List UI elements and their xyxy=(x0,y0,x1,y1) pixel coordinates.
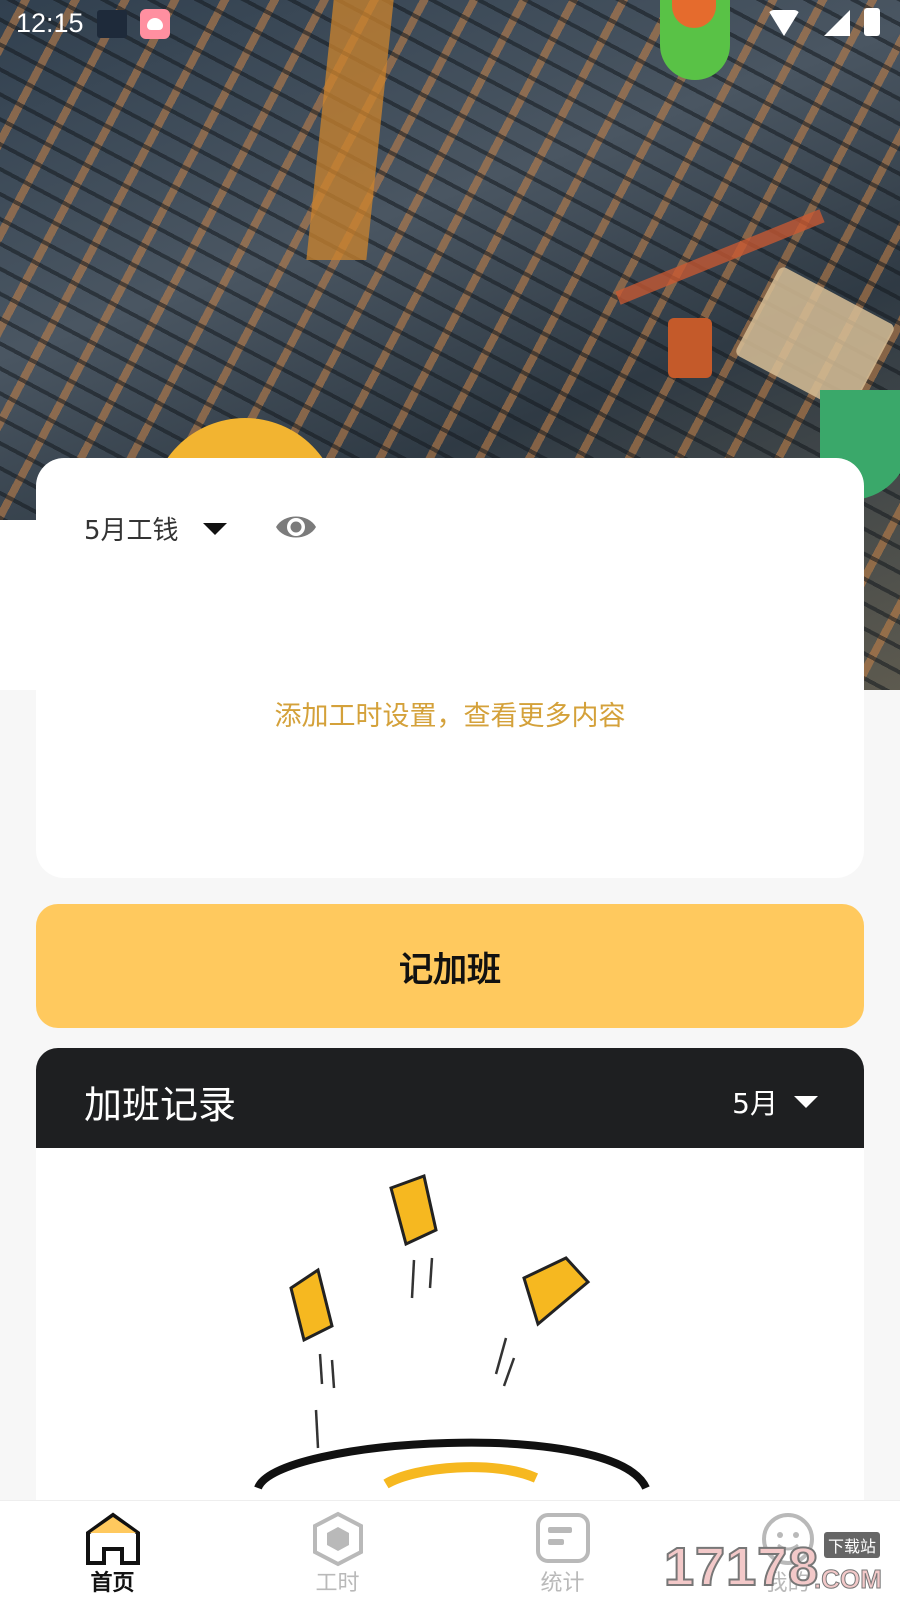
watermark-number: 17178 xyxy=(663,1536,820,1598)
record-overtime-button[interactable]: 记加班 xyxy=(36,904,864,1028)
tab-stats-label: 统计 xyxy=(540,1571,585,1596)
records-month-filter[interactable]: 5月 xyxy=(732,1082,818,1122)
battery-icon xyxy=(864,8,880,36)
tab-stats[interactable]: 统计 xyxy=(450,1501,675,1601)
caret-down-icon xyxy=(794,1096,818,1108)
watermark-domain: .COM xyxy=(814,1564,883,1595)
records-empty-state xyxy=(36,1148,864,1500)
card-tab xyxy=(0,520,60,690)
money-bowl-illustration xyxy=(254,1174,650,1491)
eye-icon[interactable] xyxy=(274,510,318,544)
tab-home-label: 首页 xyxy=(90,1571,135,1596)
baby-app-icon xyxy=(140,9,170,39)
status-bar: 12:15 xyxy=(0,0,900,48)
watermark: 17178 下载站 .COM xyxy=(663,1532,894,1600)
home-icon xyxy=(86,1512,140,1565)
tab-home[interactable]: 首页 xyxy=(0,1501,225,1601)
status-time: 12:15 xyxy=(16,8,84,38)
bucket xyxy=(668,318,712,378)
month-label: 5月工钱 xyxy=(84,516,179,546)
caret-down-icon xyxy=(202,522,227,535)
settings-hint[interactable]: 添加工时设置，查看更多内容 xyxy=(0,694,900,733)
signal-icon xyxy=(824,10,850,36)
stats-icon xyxy=(536,1513,590,1563)
records-header: 加班记录 5月 xyxy=(36,1048,864,1148)
records-month-label: 5月 xyxy=(732,1087,778,1120)
tab-hours[interactable]: 工时 xyxy=(225,1501,450,1601)
tab-hours-label: 工时 xyxy=(315,1571,360,1596)
watermark-sub: 下载站 xyxy=(824,1532,881,1558)
calendar-app-icon xyxy=(97,10,127,38)
month-selector[interactable]: 5月工钱 xyxy=(84,510,227,547)
wifi-icon xyxy=(768,10,800,36)
records-title: 加班记录 xyxy=(84,1083,237,1127)
hexagon-icon xyxy=(313,1511,363,1567)
